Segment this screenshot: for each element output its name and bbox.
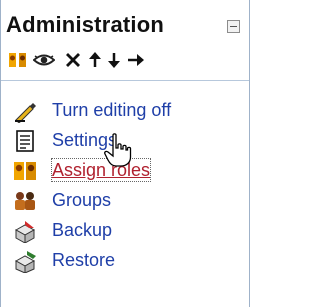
menu-item-groups[interactable]: Groups — [1, 186, 249, 216]
roles-icon — [13, 159, 37, 183]
menu-item-label[interactable]: Turn editing off — [52, 99, 171, 121]
collapse-icon[interactable] — [227, 20, 240, 33]
restore-icon — [13, 249, 37, 274]
move-icon[interactable] — [64, 50, 82, 72]
groups-icon — [13, 189, 37, 213]
menu-item-label[interactable]: Backup — [52, 219, 112, 241]
right-arrow-icon[interactable] — [126, 50, 146, 72]
up-arrow-icon[interactable] — [87, 50, 103, 72]
menu-item-restore[interactable]: Restore — [1, 246, 249, 276]
menu-item-label[interactable]: Assign roles — [50, 158, 152, 182]
block-header: Administration — [1, 0, 249, 81]
edit-icon — [13, 99, 37, 124]
roles-icon[interactable] — [8, 50, 28, 72]
administration-block: Administration Turn editing off Settings… — [0, 0, 250, 307]
block-title: Administration — [6, 12, 165, 37]
settings-icon — [13, 129, 37, 153]
menu-item-label[interactable]: Groups — [52, 189, 111, 211]
menu-item-backup[interactable]: Backup — [1, 216, 249, 246]
menu-item-turn-editing-off[interactable]: Turn editing off — [1, 96, 249, 126]
backup-icon — [13, 219, 37, 244]
menu-item-label[interactable]: Restore — [52, 249, 115, 271]
eye-icon[interactable] — [33, 50, 55, 72]
down-arrow-icon[interactable] — [106, 50, 122, 72]
hand-cursor-icon — [103, 133, 133, 167]
